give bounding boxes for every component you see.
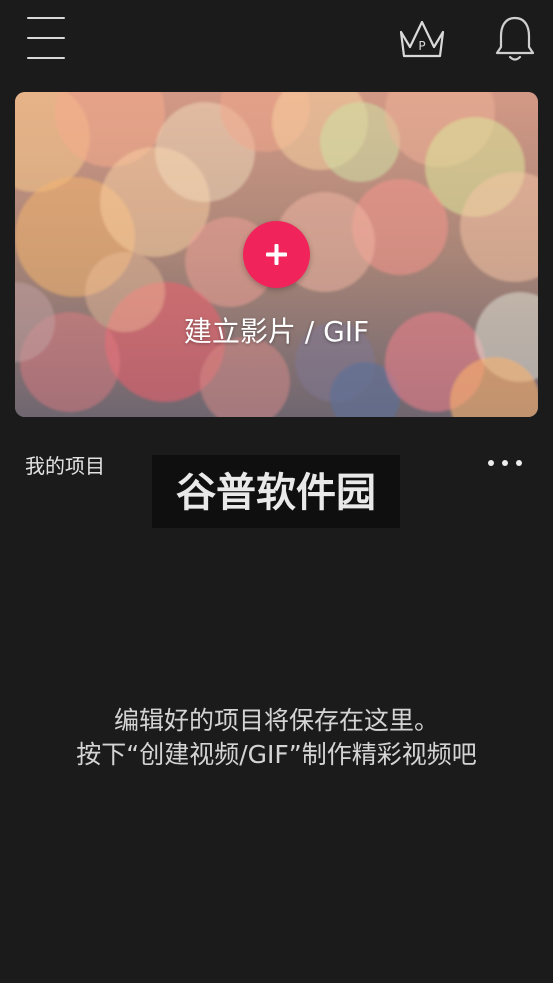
empty-state-line-2: 按下“创建视频/GIF”制作精彩视频吧 — [76, 740, 477, 769]
hamburger-menu-icon[interactable] — [27, 17, 65, 59]
crown-icon[interactable]: P — [396, 16, 448, 62]
my-projects-title: 我的项目 — [25, 454, 105, 478]
top-bar: P — [0, 0, 553, 80]
watermark-text: 谷普软件园 — [176, 470, 376, 516]
empty-state-message: 编辑好的项目将保存在这里。 按下“创建视频/GIF”制作精彩视频吧 — [0, 704, 553, 772]
bell-icon[interactable] — [492, 14, 538, 64]
empty-state-line-1: 编辑好的项目将保存在这里。 — [113, 706, 439, 735]
plus-icon[interactable] — [243, 221, 310, 288]
premium-badge: P — [418, 39, 425, 53]
watermark-logo: 谷普软件园 — [152, 455, 400, 528]
more-dots-icon[interactable] — [484, 450, 526, 476]
